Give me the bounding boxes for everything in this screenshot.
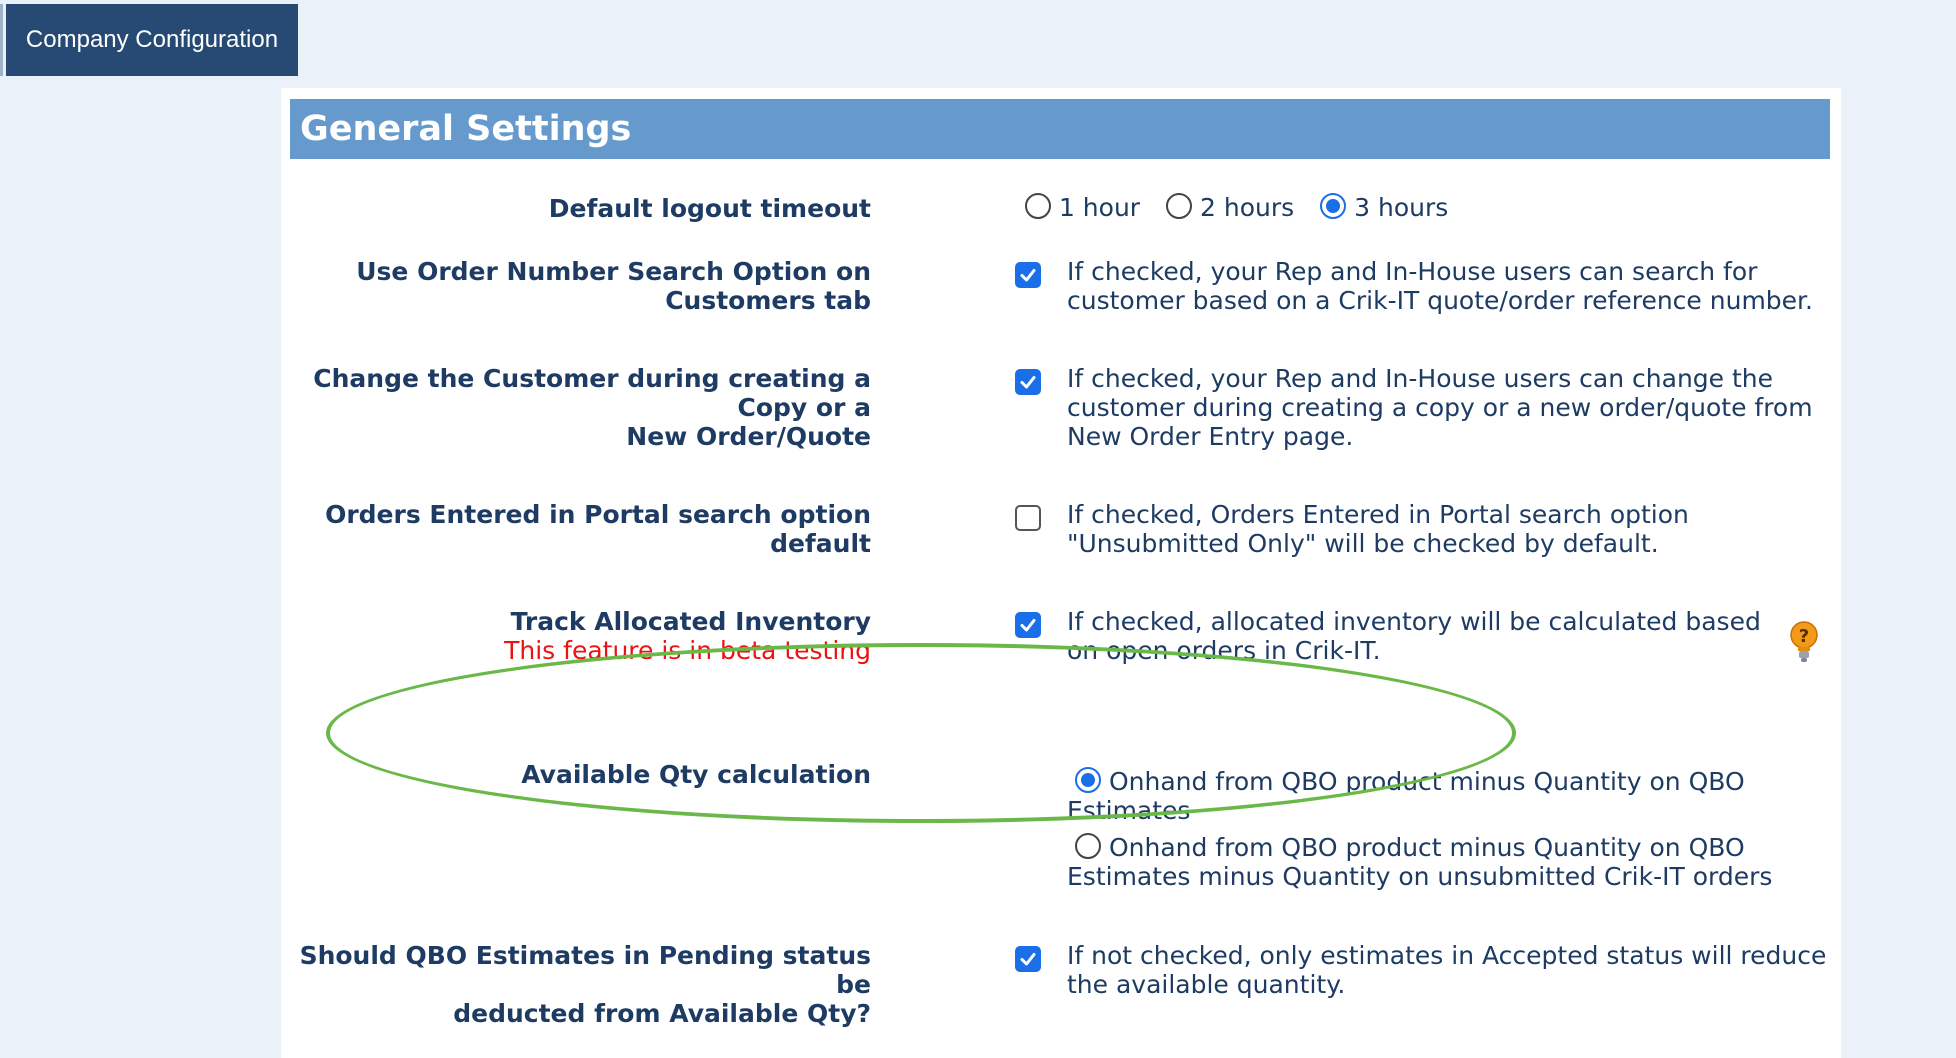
panel-title: General Settings (290, 99, 1830, 159)
change-customer-label: Change the Customer during creating a Co… (313, 364, 871, 451)
radio-icon[interactable] (1075, 833, 1101, 859)
order-number-search-description: If checked, your Rep and In-House users … (1067, 257, 1813, 315)
portal-search-default-label: Orders Entered in Portal search option d… (325, 500, 871, 558)
checkmark-icon (1020, 953, 1036, 966)
checkmark-icon (1020, 619, 1036, 632)
portal-search-default-description: If checked, Orders Entered in Portal sea… (1067, 500, 1689, 558)
order-number-search-checkbox[interactable] (1015, 262, 1041, 288)
tab-edge (0, 4, 3, 76)
highlight-ellipse (326, 643, 1516, 823)
change-customer-checkbox[interactable] (1015, 369, 1041, 395)
radio-selected-icon[interactable] (1320, 193, 1347, 219)
change-customer-description: If checked, your Rep and In-House users … (1067, 364, 1813, 451)
checkmark-icon (1020, 376, 1036, 389)
logout-option-3-hours[interactable]: 3 hours (1320, 193, 1448, 222)
logout-option-1-hour[interactable]: 1 hour (1025, 193, 1140, 222)
pending-estimates-label: Should QBO Estimates in Pending status b… (299, 941, 871, 1028)
svg-text:?: ? (1799, 626, 1809, 647)
radio-icon[interactable] (1025, 193, 1051, 219)
radio-icon[interactable] (1166, 193, 1193, 219)
logout-option-2-hours[interactable]: 2 hours (1166, 193, 1294, 222)
logout-timeout-label: Default logout timeout (548, 194, 871, 223)
logout-timeout-options: 1 hour 2 hours 3 hours (1025, 193, 1448, 222)
pending-estimates-checkbox[interactable] (1015, 946, 1041, 972)
pending-estimates-description: If not checked, only estimates in Accept… (1067, 941, 1827, 999)
checkmark-icon (1020, 269, 1036, 282)
order-number-search-label: Use Order Number Search Option on Custom… (356, 257, 871, 315)
track-allocated-inventory-checkbox[interactable] (1015, 612, 1041, 638)
lightbulb-question-icon[interactable]: ? (1788, 620, 1820, 664)
available-qty-option-estimates-unsubmitted[interactable]: Onhand from QBO product minus Quantity o… (1067, 833, 1772, 891)
tab-company-configuration[interactable]: Company Configuration (6, 4, 298, 76)
portal-search-default-checkbox[interactable] (1015, 505, 1041, 531)
general-settings-panel: General Settings Default logout timeout … (281, 88, 1841, 1058)
